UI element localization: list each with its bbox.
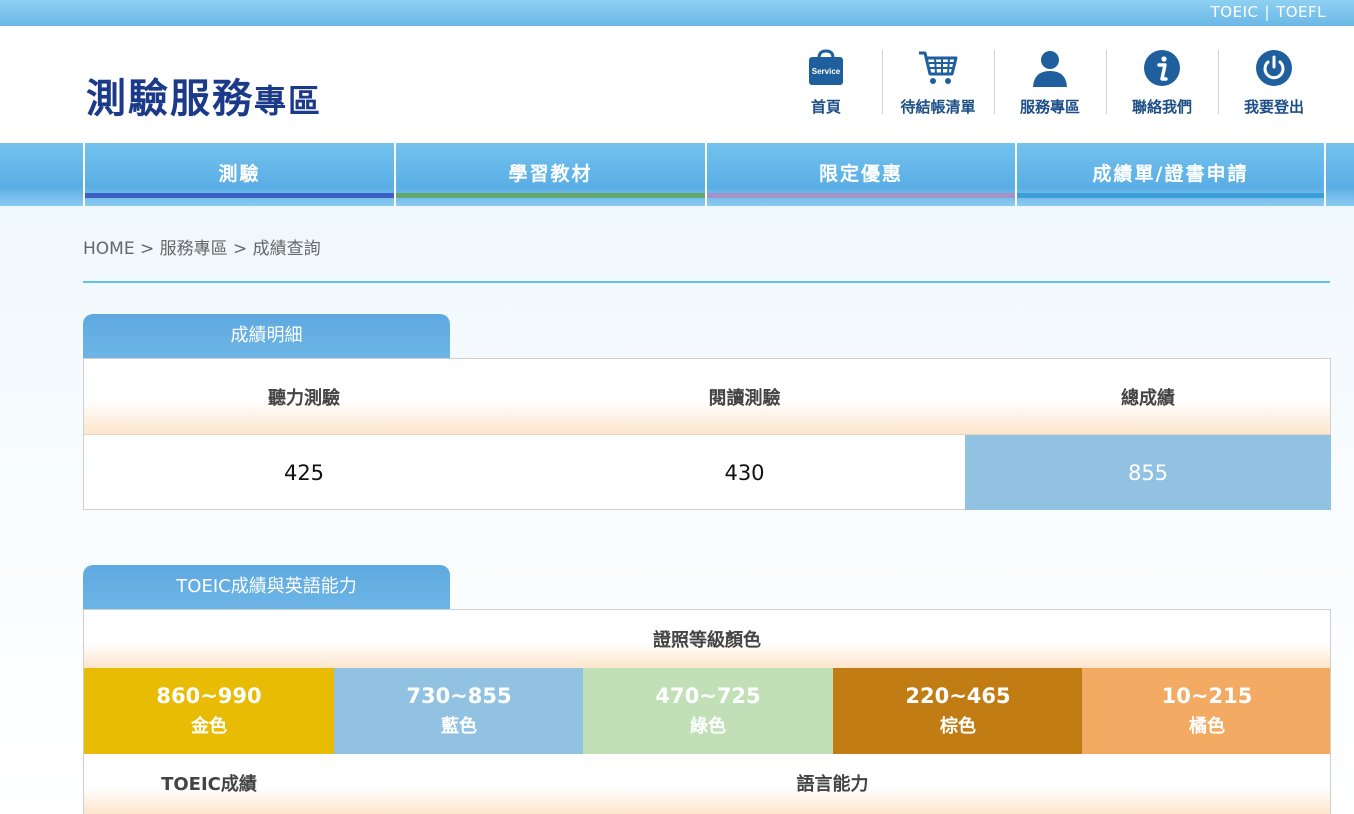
link-separator: | [1264, 3, 1271, 21]
menu-underline-offers [707, 193, 1015, 198]
nav-service[interactable]: 服務專區 [994, 46, 1106, 118]
toefl-link[interactable]: TOEFL [1276, 3, 1326, 21]
menu-label-exam: 測驗 [218, 163, 261, 185]
power-icon [1252, 46, 1296, 90]
level-blue: 730~855 藍色 [334, 668, 584, 754]
level-orange: 10~215 橘色 [1082, 668, 1330, 754]
ability-table: 證照等級顏色 860~990 金色 730~855 藍色 470~725 綠色 … [83, 609, 1331, 814]
site-logo[interactable]: 測驗服務專區 [86, 66, 322, 124]
level-name: 藍色 [441, 716, 477, 737]
menu-underline-exam [85, 193, 394, 198]
menu-item-exam[interactable]: 測驗 [83, 143, 394, 206]
nav-label-logout: 我要登出 [1243, 98, 1304, 116]
menu-label-materials: 學習教材 [508, 163, 593, 185]
menu-label-certificates: 成績單/證書申請 [1092, 163, 1249, 185]
cert-color-header: 證照等級顏色 [84, 610, 1330, 668]
listening-score: 425 [283, 460, 325, 485]
nav-label-cart: 待結帳清單 [900, 98, 976, 116]
header-reading: 閱讀測驗 [708, 388, 781, 409]
toeic-link[interactable]: TOEIC [1211, 3, 1259, 21]
level-brown: 220~465 棕色 [833, 668, 1083, 754]
service-badge-text: Service [812, 67, 841, 76]
level-green: 470~725 綠色 [583, 668, 833, 754]
col-language-ability: 語言能力 [796, 774, 869, 795]
level-range: 470~725 [655, 684, 761, 708]
service-bag-icon: Service [804, 46, 848, 90]
ability-tab: TOEIC成績與英語能力 [83, 565, 450, 609]
header-nav: Service 首頁 待結帳清單 服務專區 聯絡我們 我要登出 [770, 46, 1330, 126]
level-range: 220~465 [905, 684, 1011, 708]
divider [83, 281, 1330, 283]
exam-links: TOEIC | TOEFL [1211, 3, 1326, 21]
cart-icon [916, 46, 960, 90]
top-strip: TOEIC | TOEFL [0, 0, 1354, 26]
score-detail-tab: 成績明細 [83, 314, 450, 358]
nav-label-contact: 聯絡我們 [1131, 98, 1192, 116]
logo-sub: 專區 [254, 82, 323, 120]
header-listening: 聽力測驗 [268, 388, 340, 409]
level-name: 綠色 [690, 716, 726, 737]
logo-main: 測驗服務 [86, 76, 254, 122]
menu-item-offers[interactable]: 限定優惠 [705, 143, 1015, 206]
ability-subheader-row: TOEIC成績 語言能力 [84, 754, 1330, 814]
nav-logout[interactable]: 我要登出 [1218, 46, 1330, 118]
header-total: 總成績 [1121, 388, 1175, 409]
user-icon [1028, 46, 1072, 90]
level-gold: 860~990 金色 [84, 668, 334, 754]
menu-underline-materials [396, 193, 705, 198]
reading-score: 430 [724, 460, 765, 485]
menu-item-certificates[interactable]: 成績單/證書申請 [1015, 143, 1326, 206]
level-name: 橘色 [1189, 716, 1225, 737]
breadcrumb[interactable]: HOME > 服務專區 > 成績查詢 [83, 234, 321, 259]
score-header-row: 聽力測驗 閱讀測驗 總成績 [84, 359, 1330, 435]
nav-contact[interactable]: 聯絡我們 [1106, 46, 1218, 118]
info-icon [1140, 46, 1184, 90]
nav-home[interactable]: Service 首頁 [770, 46, 882, 118]
level-name: 金色 [191, 716, 227, 737]
level-name: 棕色 [940, 716, 976, 737]
menu-label-offers: 限定優惠 [818, 163, 903, 185]
level-range: 860~990 [156, 684, 262, 708]
nav-label-service: 服務專區 [1019, 98, 1080, 116]
nav-cart[interactable]: 待結帳清單 [882, 46, 994, 118]
menu-item-materials[interactable]: 學習教材 [394, 143, 705, 206]
menu-underline-certificates [1017, 193, 1324, 198]
level-range: 730~855 [406, 684, 512, 708]
score-table: 聽力測驗 閱讀測驗 總成績 425 430 855 [83, 358, 1331, 510]
level-range: 10~215 [1161, 684, 1253, 708]
nav-label-home: 首頁 [810, 98, 841, 116]
main-menu: 測驗 學習教材 限定優惠 成績單/證書申請 [0, 143, 1354, 206]
col-toeic-score: TOEIC成績 [161, 774, 257, 795]
site-header: 測驗服務專區 Service 首頁 待結帳清單 服務專區 聯絡我們 我要登出 [0, 26, 1354, 143]
total-score: 855 [965, 435, 1331, 510]
